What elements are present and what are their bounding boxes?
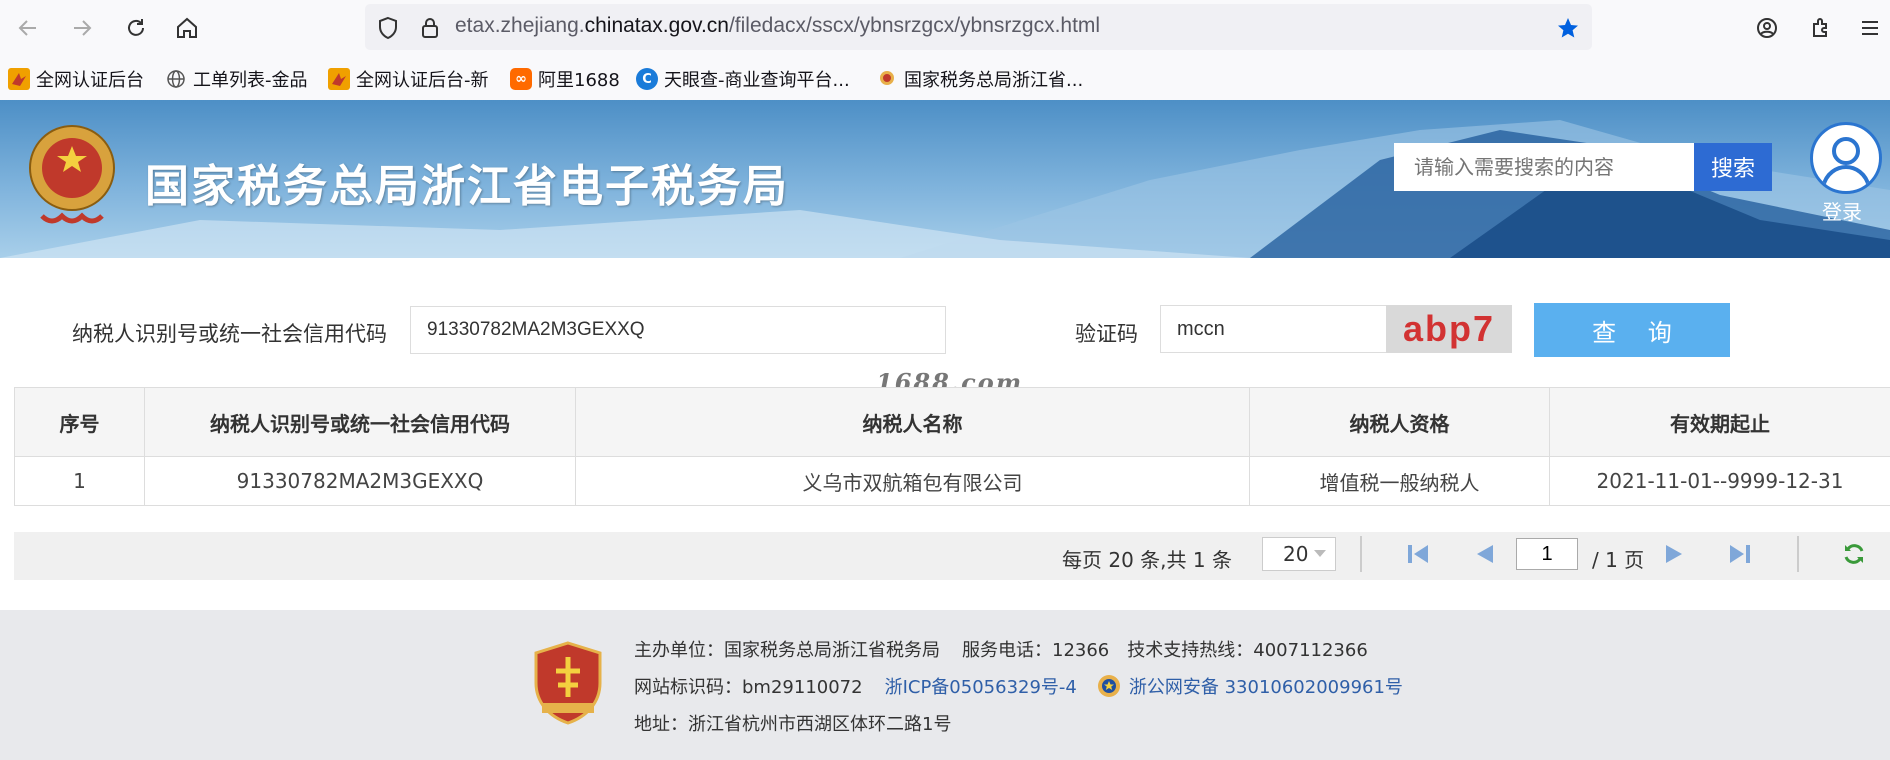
table-header-row: 序号 纳税人识别号或统一社会信用代码 纳税人名称 纳税人资格 有效期起止 xyxy=(14,387,1890,457)
captcha-input[interactable] xyxy=(1160,305,1388,353)
site-title: 国家税务总局浙江省电子税务局 xyxy=(145,161,789,212)
url-prefix: etax.zhejiang. xyxy=(455,14,585,37)
bookmark-item[interactable]: C 天眼查-商业查询平台... xyxy=(636,66,850,92)
tax-emblem-icon xyxy=(876,68,898,90)
lock-icon[interactable] xyxy=(414,12,446,44)
back-icon[interactable] xyxy=(12,12,44,44)
table-row: 1 91330782MA2M3GEXXQ 义乌市双航箱包有限公司 增值税一般纳税… xyxy=(14,456,1890,506)
page-total: / 1 页 xyxy=(1592,548,1645,572)
home-icon[interactable] xyxy=(171,12,203,44)
user-avatar-icon[interactable] xyxy=(1810,122,1882,194)
cell-validity: 2021-11-01--9999-12-31 xyxy=(1549,456,1890,506)
forward-icon[interactable] xyxy=(66,12,98,44)
police-badge-icon xyxy=(1097,674,1121,698)
footer-support: 技术支持热线：4007112366 xyxy=(1127,640,1368,661)
bookmark-item[interactable]: 全网认证后台-新 xyxy=(328,66,489,92)
login-link[interactable]: 登录 xyxy=(1822,196,1862,225)
search-button[interactable]: 搜索 xyxy=(1694,143,1772,191)
first-page-icon[interactable] xyxy=(1404,542,1432,566)
captcha-image[interactable]: abp7 xyxy=(1386,305,1512,353)
footer-hotline: 服务电话：12366 xyxy=(962,640,1110,661)
bookmark-item[interactable]: ∞ 阿里1688 xyxy=(510,66,620,92)
bookmark-label: 天眼查-商业查询平台... xyxy=(664,70,850,91)
next-page-icon[interactable] xyxy=(1660,542,1688,566)
alibaba-icon: ∞ xyxy=(510,68,532,90)
bookmark-label: 工单列表-金品 xyxy=(193,70,308,91)
bookmark-logo-icon xyxy=(8,68,30,90)
cell-qualification: 增值税一般纳税人 xyxy=(1249,456,1550,506)
extensions-icon[interactable] xyxy=(1805,12,1837,44)
col-header-validity: 有效期起止 xyxy=(1549,387,1890,457)
cell-taxid: 91330782MA2M3GEXXQ xyxy=(144,456,576,506)
col-header-index: 序号 xyxy=(14,387,145,457)
query-button[interactable]: 查 询 xyxy=(1534,303,1730,357)
captcha-label: 验证码 xyxy=(1075,322,1138,346)
bookmark-item[interactable]: 国家税务总局浙江省... xyxy=(876,66,1083,92)
cell-index: 1 xyxy=(14,456,145,506)
col-header-name: 纳税人名称 xyxy=(575,387,1250,457)
footer-sponsor: 主办单位：国家税务总局浙江省税务局 xyxy=(634,640,940,661)
refresh-icon[interactable] xyxy=(1840,542,1868,566)
results-table: 序号 纳税人识别号或统一社会信用代码 纳税人名称 纳税人资格 有效期起止 1 9… xyxy=(14,387,1890,506)
bookmark-logo-icon xyxy=(328,68,350,90)
police-record-link[interactable]: 浙公网安备 33010602009961号 xyxy=(1129,673,1403,699)
page-size-select[interactable]: 20 xyxy=(1262,537,1336,571)
page-number-input[interactable] xyxy=(1516,538,1578,570)
bookmark-item[interactable]: 全网认证后台 xyxy=(8,66,144,92)
pager-divider xyxy=(1360,536,1362,572)
bookmark-label: 阿里1688 xyxy=(538,70,620,91)
prev-page-icon[interactable] xyxy=(1471,542,1499,566)
party-government-badge-icon[interactable] xyxy=(532,641,604,725)
icp-link[interactable]: 浙ICP备05056329号-4 xyxy=(885,673,1077,699)
footer-line-2: 网站标识码：bm29110072 浙ICP备05056329号-4 浙公网安备 33… xyxy=(634,673,1403,699)
footer-site-code: 网站标识码：bm29110072 xyxy=(634,677,863,698)
pager-divider xyxy=(1797,536,1799,572)
footer-line-1: 主办单位：国家税务总局浙江省税务局 服务电话：12366 技术支持热线：400711… xyxy=(634,636,1368,662)
url-domain: chinatax.gov.cn xyxy=(584,14,729,37)
col-header-taxid: 纳税人识别号或统一社会信用代码 xyxy=(144,387,576,457)
bookmark-label: 国家税务总局浙江省... xyxy=(904,70,1084,91)
chevron-down-icon xyxy=(1314,550,1326,557)
shield-icon[interactable] xyxy=(372,12,404,44)
tax-emblem-logo xyxy=(22,116,122,240)
footer-address: 地址：浙江省杭州市西湖区体环二路1号 xyxy=(634,714,952,735)
star-icon[interactable] xyxy=(1552,12,1584,44)
globe-icon xyxy=(165,68,187,90)
menu-icon[interactable] xyxy=(1854,12,1886,44)
account-icon[interactable] xyxy=(1751,12,1783,44)
taxid-input[interactable] xyxy=(410,306,946,354)
bookmark-item[interactable]: 工单列表-金品 xyxy=(165,66,308,92)
url-text[interactable]: etax.zhejiang.chinatax.gov.cn/filedacx/s… xyxy=(455,14,1100,38)
page-info: 每页 20 条,共 1 条 xyxy=(1062,548,1232,572)
bookmark-label: 全网认证后台-新 xyxy=(356,70,489,91)
tianyancha-icon: C xyxy=(636,68,658,90)
search-input[interactable] xyxy=(1394,143,1694,191)
last-page-icon[interactable] xyxy=(1726,542,1754,566)
cell-name: 义乌市双航箱包有限公司 xyxy=(575,456,1250,506)
reload-icon[interactable] xyxy=(120,12,152,44)
col-header-qualification: 纳税人资格 xyxy=(1249,387,1550,457)
taxid-label: 纳税人识别号或统一社会信用代码 xyxy=(72,322,387,346)
page-size-value: 20 xyxy=(1283,542,1309,566)
url-path: /filedacx/sscx/ybnsrzgcx/ybnsrzgcx.html xyxy=(728,14,1101,37)
bookmark-label: 全网认证后台 xyxy=(36,70,144,91)
